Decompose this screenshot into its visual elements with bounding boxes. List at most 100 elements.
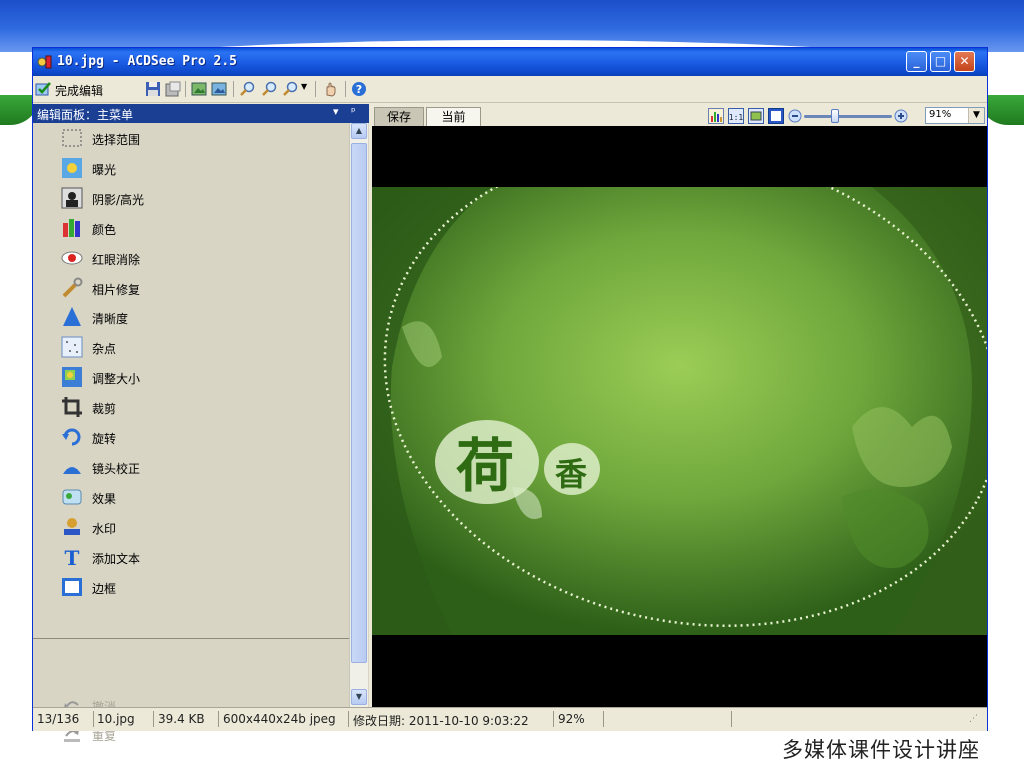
tab-current[interactable]: 当前 — [426, 107, 481, 126]
zoom-slider-track[interactable] — [804, 115, 892, 118]
status-filename: 10.jpg — [97, 712, 135, 726]
status-dimensions: 600x440x24b jpeg — [223, 712, 336, 726]
image-canvas[interactable]: 荷 香 — [372, 126, 987, 707]
menu-item-label: 选择范围 — [92, 133, 141, 147]
save-as-icon[interactable] — [165, 81, 181, 97]
save-icon[interactable] — [145, 81, 161, 97]
resize-grip-icon[interactable]: ⋰ — [969, 714, 978, 724]
viewer-tabs: 保存 当前 1:1 91% ▼ — [372, 104, 987, 126]
menu-item-label: 阴影/高光 — [92, 192, 145, 207]
shadow-highlight-icon — [61, 187, 83, 209]
status-filesize: 39.4 KB — [158, 712, 205, 726]
status-zoom: 92% — [558, 712, 585, 726]
menu-item-add-text[interactable]: T 添加文本 — [61, 546, 321, 568]
scroll-thumb[interactable] — [351, 143, 367, 663]
previous-image-icon[interactable] — [191, 81, 207, 97]
hand-tool-icon[interactable] — [323, 81, 339, 97]
image-title-sub: 香 — [555, 455, 588, 493]
panel-dropdown-icon[interactable]: ▾ — [333, 105, 339, 118]
zoom-menu-chevron-icon[interactable]: ▼ — [301, 82, 307, 91]
zoom-slider-thumb[interactable] — [830, 109, 839, 123]
lens-correction-icon — [63, 466, 81, 474]
zoom-in-small-icon[interactable] — [894, 108, 908, 124]
noise-icon — [61, 336, 83, 358]
lotus-image: 荷 香 — [372, 187, 987, 635]
add-text-icon: T — [65, 546, 80, 568]
lotus-artwork — [372, 187, 987, 635]
tab-save[interactable]: 保存 — [374, 107, 424, 126]
menu-item-rotate[interactable]: 旋转 — [61, 426, 321, 448]
zoom-out-small-icon[interactable] — [788, 108, 802, 124]
menu-item-label: 效果 — [92, 491, 117, 506]
menu-item-shadow-highlight[interactable]: 阴影/高光 — [61, 187, 321, 209]
menu-divider — [33, 638, 349, 639]
red-eye-icon — [61, 251, 83, 265]
menu-item-label: 颜色 — [92, 222, 117, 237]
help-icon[interactable]: ? — [351, 81, 367, 97]
menu-item-label: 边框 — [92, 581, 117, 596]
status-index: 13/136 — [37, 712, 80, 726]
full-screen-icon[interactable] — [768, 108, 784, 124]
zoom-select-value: 91% — [929, 109, 952, 120]
menu-item-watermark[interactable]: 水印 — [61, 516, 321, 538]
menu-item-red-eye[interactable]: 红眼消除 — [61, 247, 321, 269]
rotate-icon — [62, 428, 81, 446]
menu-item-photo-repair[interactable]: 相片修复 — [61, 277, 321, 299]
close-button[interactable]: ✕ — [954, 51, 975, 72]
menu-item-exposure[interactable]: 曝光 — [61, 157, 321, 179]
menu-item-color[interactable]: 颜色 — [61, 217, 321, 239]
zoom-menu-icon[interactable] — [283, 81, 299, 97]
zoom-select-chevron-icon[interactable]: ▼ — [968, 108, 984, 123]
menu-item-noise[interactable]: 杂点 — [61, 336, 321, 358]
fit-image-icon[interactable] — [748, 108, 764, 124]
done-editing-label: 完成编辑 — [55, 84, 104, 98]
menu-item-label: 旋转 — [92, 432, 117, 446]
border-icon — [62, 577, 82, 596]
done-editing-button[interactable]: 完成编辑 — [35, 80, 143, 98]
selection-icon — [62, 129, 82, 147]
menu-item-label: 水印 — [92, 521, 117, 536]
edit-panel-title: 编辑面板：主菜单 — [37, 108, 134, 122]
exposure-icon — [62, 157, 82, 178]
zoom-out-icon[interactable] — [261, 81, 277, 97]
menu-item-label: 红眼消除 — [92, 252, 141, 267]
menu-item-effects[interactable]: 效果 — [61, 486, 321, 508]
menu-item-border[interactable]: 边框 — [61, 576, 321, 598]
app-icon — [37, 55, 52, 69]
slide-footer-title: 多媒体课件设计讲座 — [782, 738, 980, 762]
image-title-main: 荷 — [456, 432, 515, 500]
menu-item-sharpness[interactable]: 清晰度 — [61, 306, 321, 328]
minimize-button[interactable]: _ — [906, 51, 927, 72]
sharpness-icon — [63, 307, 81, 327]
menu-item-label: 调整大小 — [92, 372, 141, 387]
edit-menu: 选择范围曝光阴影/高光颜色红眼消除相片修复清晰度杂点调整大小裁剪旋转镜头校正效果… — [33, 123, 349, 706]
menu-item-resize[interactable]: 调整大小 — [61, 366, 321, 388]
next-image-icon[interactable] — [211, 81, 227, 97]
menu-item-crop[interactable]: 裁剪 — [61, 396, 321, 418]
watermark-icon — [64, 517, 80, 535]
panel-scrollbar[interactable]: ▲ ▼ — [349, 123, 368, 707]
scroll-up-icon[interactable]: ▲ — [351, 123, 367, 139]
zoom-select[interactable]: 91% ▼ — [925, 107, 985, 124]
done-editing-icon — [35, 82, 51, 96]
panel-pin-icon[interactable]: ᵖ — [351, 105, 356, 118]
maximize-button[interactable]: □ — [930, 51, 951, 72]
status-bar: 13/136 10.jpg 39.4 KB 600x440x24b jpeg 修… — [33, 707, 987, 731]
toolbar: 完成编辑 ▼ ? — [33, 76, 987, 103]
histogram-icon[interactable] — [708, 108, 724, 124]
svg-text:?: ? — [356, 83, 362, 96]
menu-item-lens-correction[interactable]: 镜头校正 — [61, 456, 321, 478]
resize-icon — [62, 367, 82, 388]
actual-size-icon[interactable]: 1:1 — [728, 108, 744, 124]
edit-panel-header: 编辑面板：主菜单 ▾ ᵖ — [33, 104, 369, 123]
svg-text:T: T — [65, 546, 80, 568]
crop-icon — [62, 397, 82, 418]
scroll-down-icon[interactable]: ▼ — [351, 689, 367, 705]
menu-item-label: 杂点 — [92, 342, 117, 357]
photo-repair-icon — [62, 277, 83, 297]
zoom-in-icon[interactable] — [239, 81, 255, 97]
title-bar[interactable]: 10.jpg - ACDSee Pro 2.5 _ □ ✕ — [33, 48, 987, 76]
menu-item-label: 清晰度 — [92, 312, 129, 327]
effects-icon — [62, 489, 82, 505]
menu-item-selection[interactable]: 选择范围 — [61, 127, 321, 149]
